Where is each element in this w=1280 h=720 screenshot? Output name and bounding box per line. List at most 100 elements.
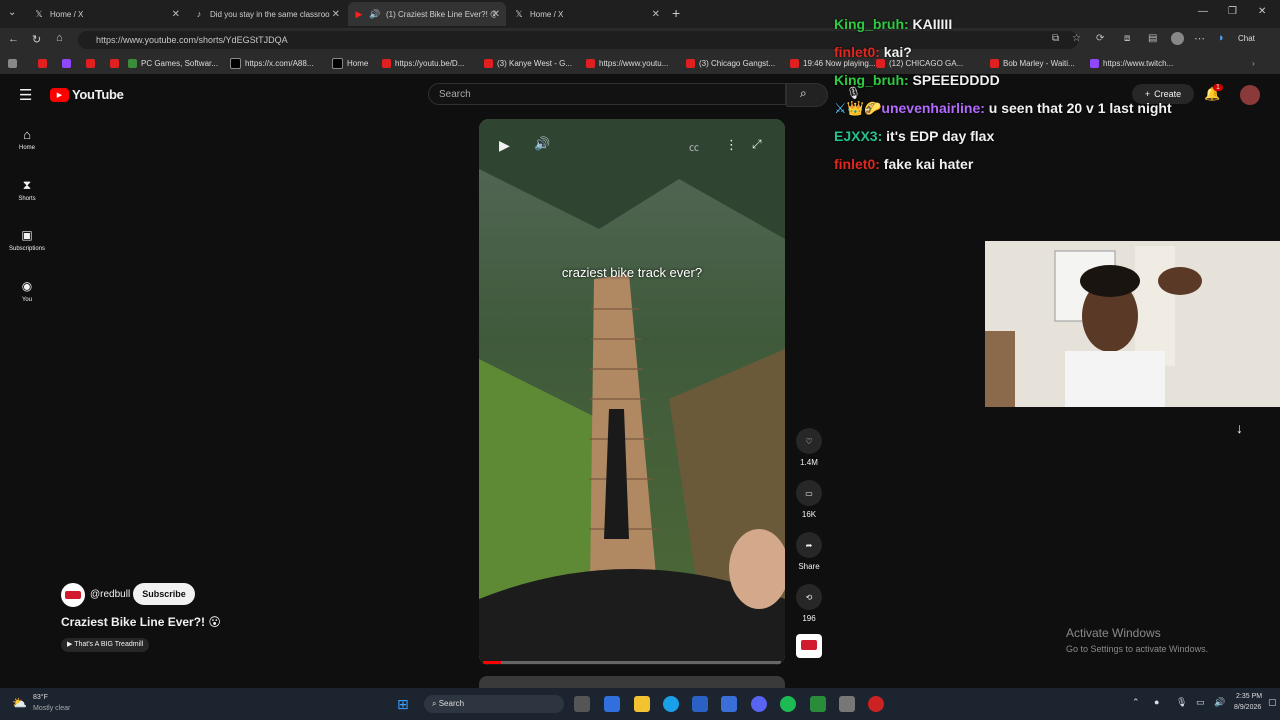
share-icon: ➦ <box>796 532 822 558</box>
collections-icon[interactable]: ▤ <box>1148 33 1157 44</box>
shorts-video-player[interactable]: ▶ 🔊 ㏄ ⋮ ⤢ craziest bike track ever? <box>479 119 785 665</box>
profile-avatar[interactable] <box>1171 32 1184 45</box>
tray-chevron-up-icon[interactable]: ⌃ <box>1132 697 1140 708</box>
bookmark-item[interactable]: (3) Chicago Gangst... <box>686 56 775 70</box>
nav-you[interactable]: ◉ You <box>0 279 54 303</box>
store-icon[interactable] <box>692 696 708 712</box>
fullscreen-icon[interactable]: ⤢ <box>752 137 762 152</box>
subscribe-button[interactable]: Subscribe <box>133 583 195 605</box>
next-short-preview[interactable] <box>479 676 785 688</box>
tab-youtube-active[interactable]: ▶ 🔊 (1) Craziest Bike Line Ever?! 😮 ✕ <box>348 2 506 26</box>
youtube-logo[interactable]: ▶ YouTube <box>50 87 124 102</box>
bookmark-youtube-icon[interactable] <box>110 56 123 70</box>
copilot-icon[interactable]: ◗ <box>1218 32 1225 44</box>
chat-button-label[interactable]: Chat <box>1238 34 1255 43</box>
bookmark-item[interactable]: https://www.twitch... <box>1090 56 1173 70</box>
bookmark-item[interactable]: https://youtu.be/D... <box>382 56 464 70</box>
bookmark-item[interactable]: https://x.com/A88... <box>230 56 313 70</box>
minimize-button[interactable]: — <box>1198 6 1208 17</box>
search-button[interactable]: ⌕ <box>786 83 828 107</box>
bookmark-youtube-icon[interactable] <box>38 56 51 70</box>
more-vertical-icon[interactable]: ⋮ <box>725 137 738 153</box>
chat-text: u seen that 20 v 1 last night <box>988 100 1172 116</box>
captions-icon[interactable]: ㏄ <box>689 139 699 154</box>
close-icon[interactable]: ✕ <box>492 9 500 20</box>
spotify-icon[interactable] <box>780 696 796 712</box>
taskbar-search[interactable]: ⌕ Search <box>424 695 564 713</box>
more-options-icon[interactable]: ⋯ <box>1194 32 1205 45</box>
tab-home-x-2[interactable]: 𝕏 Home / X ✕ <box>508 2 666 26</box>
bookmark-label: (3) Chicago Gangst... <box>699 58 776 68</box>
share-button[interactable]: ➦ Share <box>795 532 823 571</box>
play-icon[interactable]: ▶ <box>499 137 510 154</box>
clock-time[interactable]: 2:35 PM <box>1236 693 1262 700</box>
obs-icon[interactable] <box>868 696 884 712</box>
bookmark-label: https://www.youtu... <box>599 58 669 68</box>
home-icon[interactable]: ⌂ <box>56 32 63 44</box>
channel-handle[interactable]: @redbull <box>90 589 130 600</box>
app-icon[interactable] <box>810 696 826 712</box>
speaker-icon[interactable]: 🔊 <box>1214 697 1225 708</box>
tiktok-icon: ♪ <box>196 9 202 19</box>
comments-button[interactable]: ▭ 16K <box>795 480 823 519</box>
bookmark-youtube-icon[interactable] <box>86 56 99 70</box>
close-window-button[interactable]: ✕ <box>1258 6 1266 17</box>
audio-thumbnail[interactable] <box>796 634 822 658</box>
nav-home[interactable]: ⌂ Home <box>0 127 54 151</box>
bookmark-label: (3) Kanye West - G... <box>497 58 572 68</box>
menu-hamburger-icon[interactable]: ☰ <box>19 86 32 104</box>
address-bar-row: ← ↻ ⌂ https://www.youtube.com/shorts/YdE… <box>0 28 1280 52</box>
extensions-icon[interactable]: ⧈ <box>1124 33 1130 44</box>
like-button[interactable]: ♡ 1.4M <box>795 428 823 467</box>
new-tab-button[interactable]: + <box>672 5 680 21</box>
tab-tiktok[interactable]: ♪ Did you stay in the same classroo ✕ <box>188 2 346 26</box>
discord-icon[interactable] <box>751 696 767 712</box>
split-view-icon[interactable]: ⧉ <box>1052 33 1059 44</box>
close-icon[interactable]: ✕ <box>172 9 180 20</box>
channel-avatar[interactable] <box>61 583 85 607</box>
refresh-extension-icon[interactable]: ⟳ <box>1096 33 1104 44</box>
file-explorer-icon[interactable] <box>634 696 650 712</box>
favorite-star-icon[interactable]: ☆ <box>1072 33 1081 44</box>
edge-icon[interactable] <box>663 696 679 712</box>
tab-list-chevron-icon[interactable]: ⌄ <box>8 7 16 18</box>
teams-icon[interactable] <box>604 696 620 712</box>
nav-shorts[interactable]: ⧗ Shorts <box>0 178 54 202</box>
bookmark-item[interactable]: PC Games, Softwar... <box>128 56 218 70</box>
maximize-button[interactable]: ❐ <box>1228 6 1237 17</box>
progress-bar[interactable] <box>483 661 781 664</box>
clock-date[interactable]: 8/9/2026 <box>1234 704 1261 711</box>
network-icon[interactable]: ▭ <box>1196 697 1205 708</box>
url-field[interactable]: https://www.youtube.com/shorts/YdEGStTJD… <box>78 31 1078 49</box>
settings-gear-icon[interactable] <box>839 696 855 712</box>
bookmark-item[interactable]: (3) Kanye West - G... <box>484 56 572 70</box>
tray-app-icon[interactable]: ● <box>1154 697 1159 707</box>
arrow-down-icon[interactable]: ↓ <box>1236 420 1243 436</box>
bookmark-folder-icon[interactable] <box>8 56 21 70</box>
search-input[interactable]: Search <box>428 83 786 105</box>
volume-icon[interactable]: 🔊 <box>534 136 550 152</box>
nav-subscriptions[interactable]: ▣ Subscriptions <box>0 228 54 252</box>
weather-icon[interactable]: ⛅ <box>12 696 27 710</box>
task-view-icon[interactable] <box>574 696 590 712</box>
tab-home-x[interactable]: 𝕏 Home / X ✕ <box>28 2 186 26</box>
bookmark-twitch-icon[interactable] <box>62 56 75 70</box>
outlook-icon[interactable] <box>721 696 737 712</box>
bookmark-item[interactable]: Home <box>332 56 368 70</box>
playlist-chip[interactable]: ▶ That's A BIG Treadmill <box>61 638 150 652</box>
microphone-icon[interactable]: 🎙 <box>846 86 861 100</box>
bookmark-item[interactable]: https://www.youtu... <box>586 56 668 70</box>
bookmark-label: https://youtu.be/D... <box>395 58 465 68</box>
microphone-tray-icon[interactable]: 🎙 <box>1176 697 1187 708</box>
bookmark-item[interactable]: Bob Marley - Waiti... <box>990 56 1075 70</box>
windows-start-icon[interactable]: ⊞ <box>397 696 409 713</box>
chat-message: King_bruh: KAIIIII <box>834 16 952 32</box>
chevron-right-icon[interactable]: › <box>1252 56 1255 70</box>
reload-icon[interactable]: ↻ <box>32 33 41 46</box>
remix-button[interactable]: ⟲ 196 <box>795 584 823 623</box>
close-icon[interactable]: ✕ <box>652 9 660 20</box>
avatar[interactable] <box>1240 85 1260 105</box>
back-arrow-icon[interactable]: ← <box>8 33 19 45</box>
close-icon[interactable]: ✕ <box>332 9 340 20</box>
notification-center-icon[interactable]: ▢ <box>1268 697 1277 708</box>
